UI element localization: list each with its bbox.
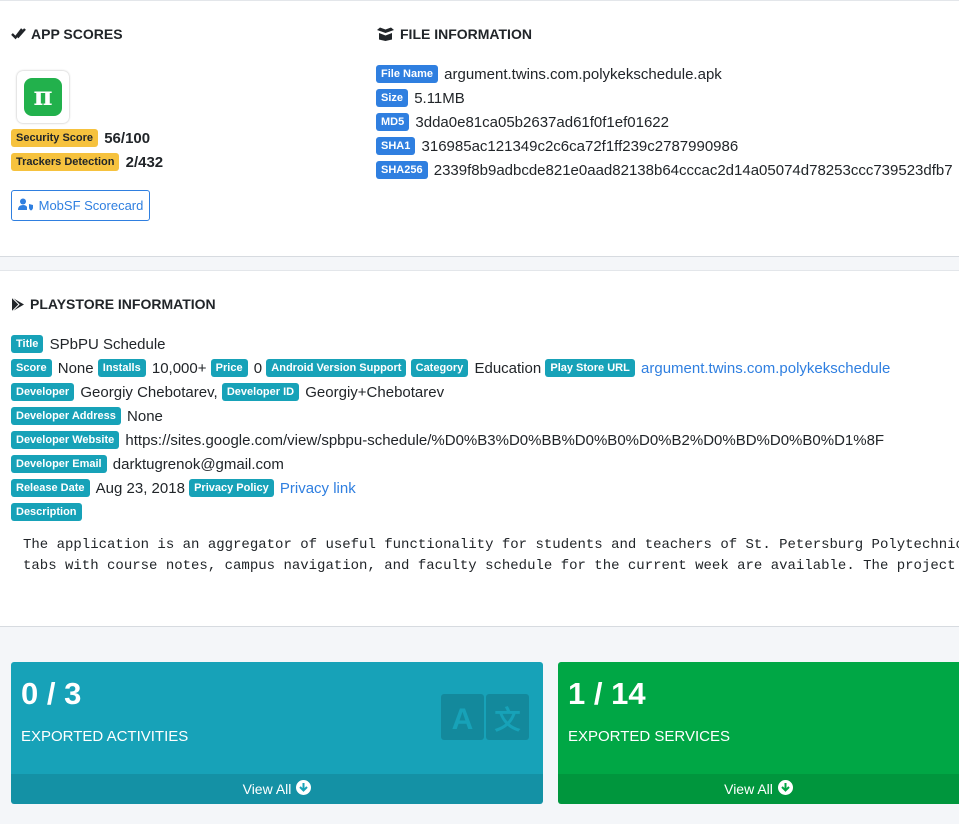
title-value: SPbPU Schedule [49,336,166,353]
privacy-policy-badge: Privacy Policy [189,479,274,497]
developer-address-value: None [127,408,163,425]
description-text: The application is an aggregator of usef… [23,535,959,577]
exported-activities-label: EXPORTED ACTIVITIES [21,728,189,745]
privacy-link[interactable]: Privacy link [280,480,356,497]
sha1-row: SHA1 316985ac121349c2c6ca72f1ff239c27879… [376,137,738,157]
score-row: Score None Installs 10,000+ Price 0 Andr… [11,359,890,379]
mobsf-scorecard-button[interactable]: MobSF Scorecard [11,190,150,221]
file-name-badge: File Name [376,65,438,83]
size-row: Size 5.11MB [376,89,465,109]
developer-website-row: Developer Website https://sites.google.c… [11,431,884,451]
title-row: Title SPbPU Schedule [11,335,166,355]
description-badge: Description [11,503,82,521]
release-date-row: Release Date Aug 23, 2018 Privacy Policy… [11,479,356,499]
arrow-circle-down-icon [296,780,312,798]
security-score-value: 56/100 [104,130,151,147]
developer-value: Georgiy Chebotarev, [80,384,218,401]
app-scores-title: APP SCORES [11,26,123,42]
description-line: The application is an aggregator of usef… [23,537,959,553]
arrow-circle-down-icon [777,780,793,798]
md5-row: MD5 3dda0e81ca05b2637ad61f0f1ef01622 [376,113,669,133]
summary-card: APP SCORES π Security Score 56/100 Track… [0,0,959,257]
developer-website-badge: Developer Website [11,431,120,449]
size-value: 5.11MB [414,90,465,107]
svg-text:文: 文 [494,705,521,736]
exported-activities-box: 0 / 3 EXPORTED ACTIVITIES A 文 View All [11,662,543,804]
exported-services-box: 1 / 14 EXPORTED SERVICES View All [558,662,959,804]
md5-badge: MD5 [376,113,410,131]
security-score-badge: Security Score [11,129,99,147]
services-view-all-button[interactable]: View All [558,774,959,804]
installs-badge: Installs [97,359,146,377]
box-open-icon [376,27,395,41]
developer-address-row: Developer Address None [11,407,163,427]
developer-badge: Developer [11,383,75,401]
developer-website-value: https://sites.google.com/view/spbpu-sche… [125,432,885,449]
sha1-value: 316985ac121349c2c6ca72f1ff239c2787990986 [421,138,739,155]
description-line: tabs with course notes, campus navigatio… [23,558,956,574]
category-badge: Category [410,359,469,377]
sha256-row: SHA256 2339f8b9adbcde821e0aad82138b64ccc… [376,161,953,181]
activities-view-all-button[interactable]: View All [11,774,543,804]
app-icon: π [17,71,69,123]
developer-email-value: darktugrenok@gmail.com [112,456,284,473]
svg-text:A: A [452,703,474,736]
trackers-row: Trackers Detection 2/432 [11,153,163,173]
developer-email-row: Developer Email darktugrenok@gmail.com [11,455,284,475]
sha1-badge: SHA1 [376,137,416,155]
score-badge: Score [11,359,52,377]
category-value: Education [474,360,542,377]
score-value: None [57,360,94,377]
sha256-badge: SHA256 [376,161,428,179]
playstore-title: PLAYSTORE INFORMATION [11,296,216,312]
pi-logo-icon: π [24,78,62,116]
file-name-row: File Name argument.twins.com.polykeksche… [376,65,722,85]
play-icon [11,296,25,312]
developer-email-badge: Developer Email [11,455,107,473]
description-label-row: Description [11,503,82,523]
exported-services-label: EXPORTED SERVICES [568,728,730,745]
developer-id-badge: Developer ID [221,383,300,401]
size-badge: Size [376,89,409,107]
exported-activities-count: 0 / 3 [21,676,82,711]
price-value: 0 [253,360,263,377]
developer-address-badge: Developer Address [11,407,121,425]
exported-services-count: 1 / 14 [568,676,646,711]
play-store-url-link[interactable]: argument.twins.com.polykekschedule [641,360,890,377]
title-badge: Title [11,335,44,353]
trackers-value: 2/432 [125,154,164,171]
developer-id-value: Georgiy+Chebotarev [305,384,445,401]
installs-value: 10,000+ [151,360,207,377]
file-information-title: FILE INFORMATION [376,26,532,42]
check-double-icon [11,27,26,41]
user-shield-icon [17,198,35,214]
android-version-badge: Android Version Support [266,359,407,377]
language-icon: A 文 [441,694,529,745]
security-score-row: Security Score 56/100 [11,129,150,149]
price-badge: Price [210,359,248,377]
trackers-badge: Trackers Detection [11,153,120,171]
sha256-value: 2339f8b9adbcde821e0aad82138b64cccac2d14a… [433,162,953,179]
file-name-value: argument.twins.com.polykekschedule.apk [444,66,722,83]
md5-value: 3dda0e81ca05b2637ad61f0f1ef01622 [415,114,669,131]
release-date-badge: Release Date [11,479,90,497]
release-date-value: Aug 23, 2018 [95,480,185,497]
play-store-url-badge: Play Store URL [545,359,635,377]
developer-row: Developer Georgiy Chebotarev, Developer … [11,383,444,403]
